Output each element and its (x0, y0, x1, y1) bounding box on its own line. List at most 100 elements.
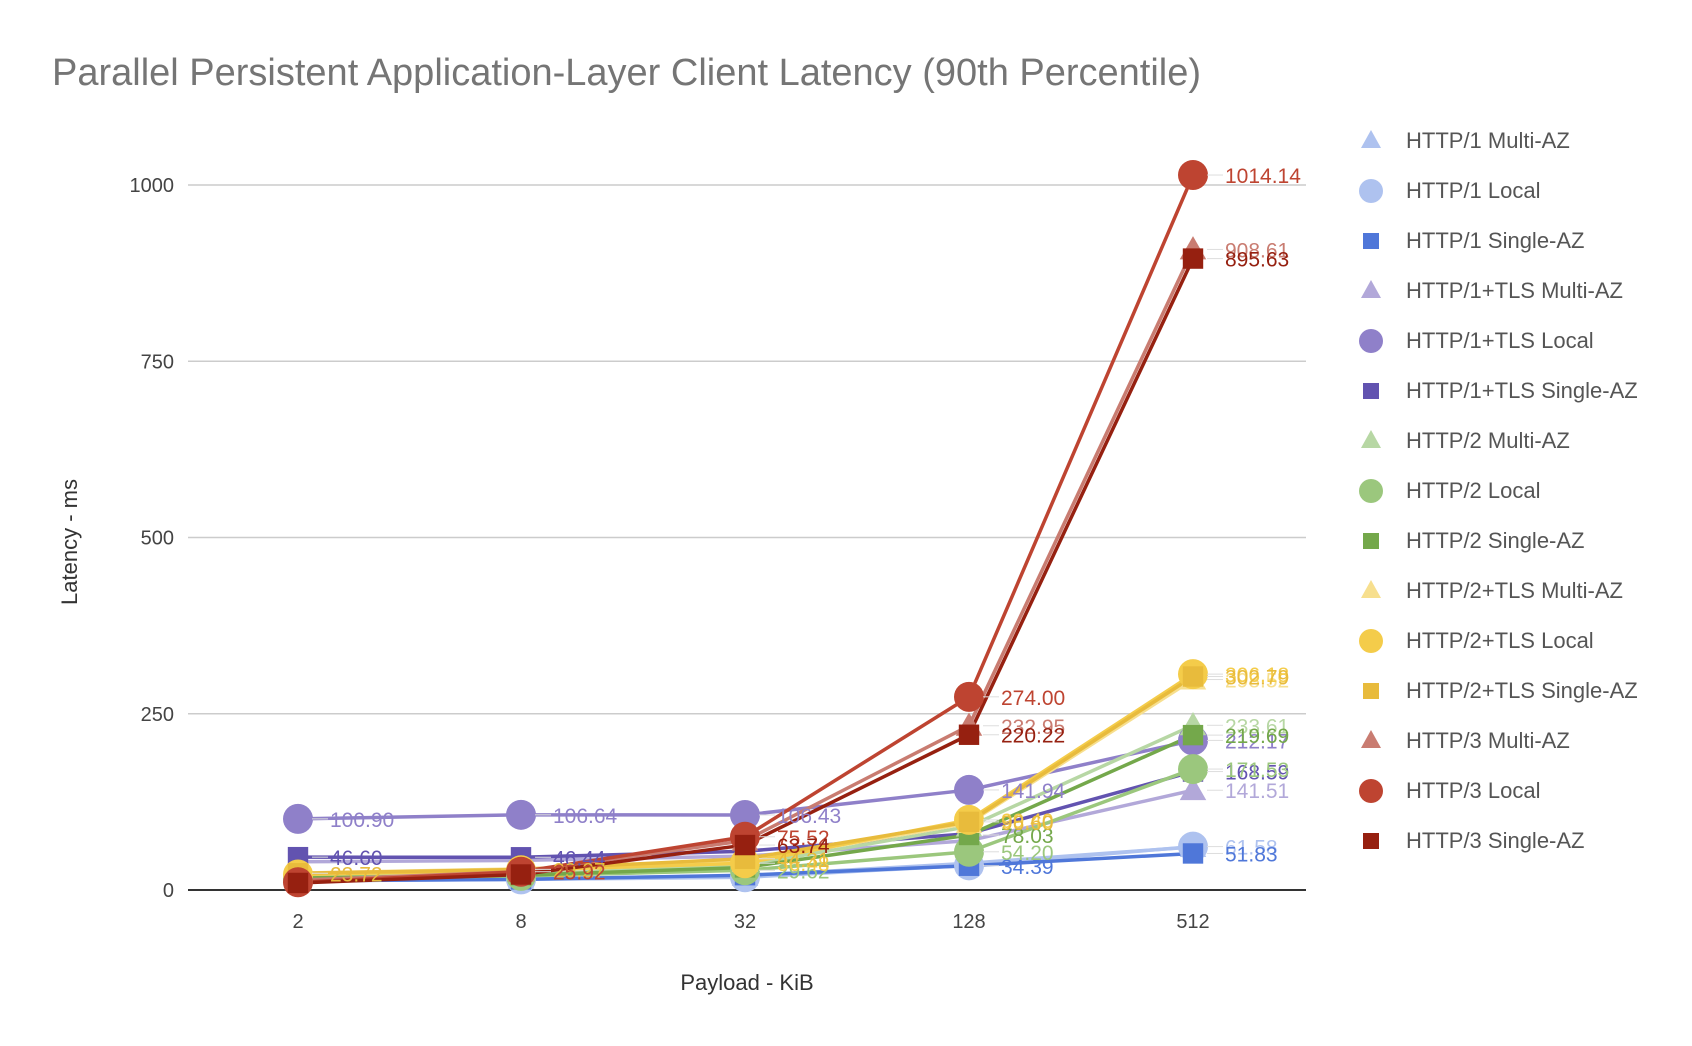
data-label: 51.83 (1225, 843, 1278, 866)
legend-marker-shape (1363, 683, 1379, 699)
x-tick-label: 2 (292, 911, 303, 933)
legend-triangle-icon (1361, 430, 1381, 448)
legend-item: HTTP/1+TLS Multi-AZ (1356, 276, 1623, 306)
legend-label: HTTP/1 Multi-AZ (1406, 128, 1570, 153)
y-tick-label: 0 (163, 880, 174, 902)
data-point-circle (1178, 160, 1208, 191)
legend-marker-shape (1363, 833, 1379, 849)
legend-label: HTTP/1 Local (1406, 178, 1541, 203)
data-label: 1014.14 (1225, 165, 1301, 188)
data-labels: 61.5834.3951.83141.51100.90 106.64 106.431… (312, 165, 1301, 886)
legend-item: HTTP/1 Local (1356, 176, 1541, 206)
legend-marker-shape (1363, 383, 1379, 399)
legend-circle-icon (1359, 329, 1383, 353)
legend-marker-shape (1359, 329, 1383, 353)
legend-item: HTTP/2 Local (1356, 476, 1541, 506)
legend-square-icon (1363, 383, 1379, 399)
legend-item: HTTP/2+TLS Single-AZ (1356, 676, 1638, 706)
legend-square-icon (1363, 683, 1379, 699)
legend-label: HTTP/3 Local (1406, 778, 1541, 803)
legend-label: HTTP/2+TLS Multi-AZ (1406, 578, 1623, 603)
legend-circle-icon (1359, 629, 1383, 653)
data-label: 141.94 (1001, 780, 1066, 803)
legend-triangle-icon (1361, 130, 1381, 148)
y-tick-label: 1000 (130, 175, 175, 197)
data-label: 171.53 (1225, 759, 1289, 782)
legend-triangle-icon (1361, 280, 1381, 298)
data-label: 274.00 (1001, 687, 1065, 710)
data-point-square (958, 811, 980, 833)
data-label: 96.60 (1001, 812, 1054, 835)
legend-label: HTTP/1 Single-AZ (1406, 228, 1585, 253)
legend-marker-shape (1359, 629, 1383, 653)
series-lines (297, 174, 1195, 885)
legend-marker-shape (1359, 779, 1383, 803)
x-tick-label: 128 (952, 911, 985, 933)
legend-square-icon (1363, 533, 1379, 549)
data-point-circle (283, 803, 313, 834)
data-label: 100.90 (330, 809, 394, 832)
legend-label: HTTP/1+TLS Single-AZ (1406, 378, 1638, 403)
legend-item: HTTP/1 Multi-AZ (1356, 126, 1570, 156)
data-label: 25.92 (553, 862, 606, 885)
data-label: 106.43 (777, 805, 841, 828)
legend-circle-icon (1359, 179, 1383, 203)
legend-triangle-icon (1361, 730, 1381, 748)
legend-marker-shape (1361, 280, 1381, 298)
legend-label: HTTP/2 Multi-AZ (1406, 428, 1570, 453)
data-label: 220.22 (1001, 725, 1065, 748)
data-point-square (734, 834, 756, 856)
legend-item: HTTP/2+TLS Local (1356, 626, 1594, 656)
legend-item: HTTP/3 Single-AZ (1356, 826, 1585, 856)
legend-item: HTTP/2 Multi-AZ (1356, 426, 1570, 456)
legend-item: HTTP/2+TLS Multi-AZ (1356, 576, 1623, 606)
legend-label: HTTP/3 Single-AZ (1406, 828, 1585, 853)
data-label: 302.79 (1225, 667, 1289, 690)
legend-item: HTTP/3 Local (1356, 776, 1541, 806)
legend-circle-icon (1359, 779, 1383, 803)
legend-marker-shape (1361, 730, 1381, 748)
legend-label: HTTP/3 Multi-AZ (1406, 728, 1570, 753)
series-line (297, 174, 1195, 884)
legend-marker-shape (1361, 430, 1381, 448)
data-point-circle (1178, 754, 1208, 785)
data-point-square (958, 724, 980, 745)
legend-item: HTTP/3 Multi-AZ (1356, 726, 1570, 756)
gridlines (188, 184, 1306, 715)
legend-label: HTTP/2+TLS Local (1406, 628, 1594, 653)
data-label: 63.74 (777, 835, 830, 858)
legend-item: HTTP/1+TLS Local (1356, 326, 1594, 356)
data-label: 895.63 (1225, 249, 1289, 272)
series-markers (283, 160, 1208, 898)
legend-square-icon (1363, 233, 1379, 249)
data-point-circle (954, 681, 984, 712)
y-tick-label: 250 (141, 704, 174, 726)
data-label: 23.72 (330, 863, 383, 886)
line-chart-plot-area: 025050075010002 8 32 128 512 61.5834.3951.83… (130, 160, 1306, 933)
legend-square-icon (1363, 833, 1379, 849)
legend-marker-shape (1363, 233, 1379, 249)
data-point-circle (954, 774, 984, 805)
y-tick-label: 750 (141, 351, 174, 373)
data-point-square (1182, 843, 1204, 864)
legend-label: HTTP/1+TLS Multi-AZ (1406, 278, 1623, 303)
legend-triangle-icon (1361, 580, 1381, 598)
legend-marker-shape (1361, 130, 1381, 148)
legend-label: HTTP/2 Local (1406, 478, 1541, 503)
legend-marker-shape (1359, 479, 1383, 503)
data-point-square (287, 872, 309, 894)
x-tick-label: 8 (515, 911, 526, 933)
legend-marker-shape (1361, 580, 1381, 598)
data-label: 106.64 (553, 805, 618, 828)
x-tick-label: 32 (734, 911, 756, 933)
legend-item: HTTP/1 Single-AZ (1356, 226, 1585, 256)
data-point-square (1182, 724, 1204, 746)
data-point-square (1182, 248, 1204, 269)
x-tick-label: 512 (1176, 911, 1209, 933)
data-point-square (510, 864, 532, 885)
data-point-square (1182, 666, 1204, 687)
legend-label: HTTP/2 Single-AZ (1406, 528, 1585, 553)
data-label: 219.69 (1225, 725, 1289, 748)
y-tick-label: 500 (141, 528, 174, 550)
legend-marker-shape (1363, 533, 1379, 549)
